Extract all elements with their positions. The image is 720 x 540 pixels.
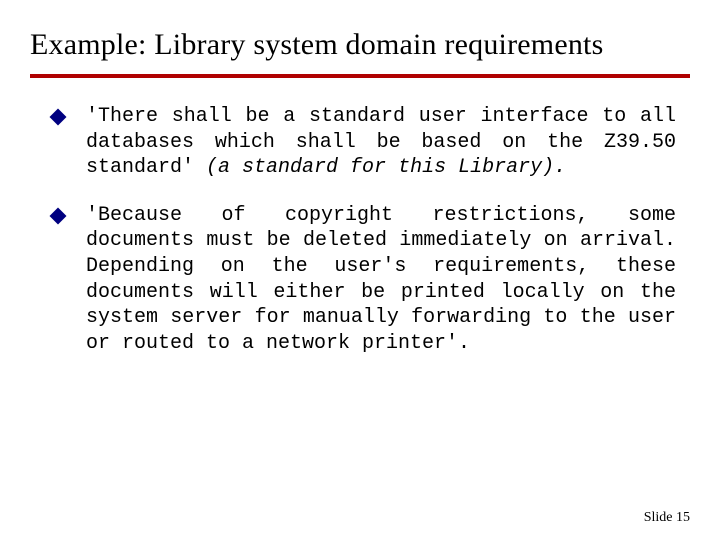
slide-number: Slide 15 [644,510,690,526]
bullet-text: 'There shall be a standard user interfac… [86,104,676,181]
bullet-italic-text: (a standard for this Library). [206,156,566,179]
bullet-item: 'Because of copyright restrictions, some… [52,203,676,357]
slide-title: Example: Library system domain requireme… [30,28,690,62]
title-underline [30,74,690,78]
diamond-bullet-icon [50,207,67,224]
bullet-text: 'Because of copyright restrictions, some… [86,203,676,357]
bullet-item: 'There shall be a standard user interfac… [52,104,676,181]
diamond-bullet-icon [50,109,67,126]
slide: Example: Library system domain requireme… [0,0,720,540]
bullet-main-text: 'Because of copyright restrictions, some… [86,204,676,355]
bullet-list: 'There shall be a standard user interfac… [30,104,690,356]
